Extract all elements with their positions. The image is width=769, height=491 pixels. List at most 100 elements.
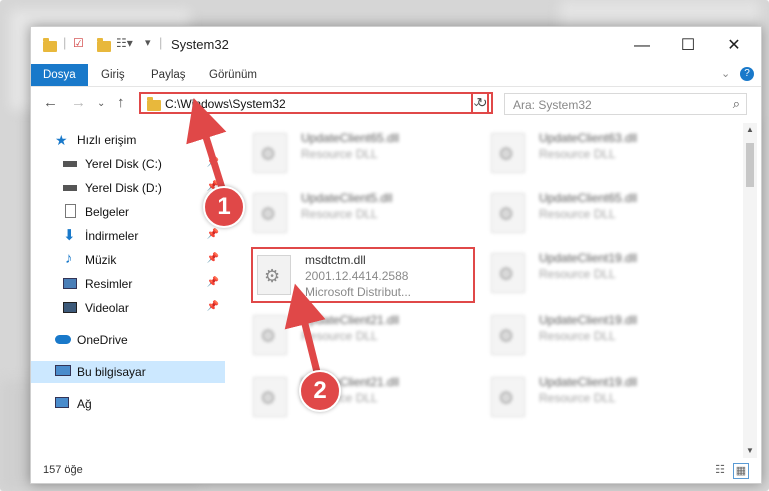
- sidebar-item-label: Belgeler: [85, 205, 130, 219]
- dll-file-icon: ⚙: [491, 193, 525, 233]
- minimize-button[interactable]: —: [619, 27, 665, 64]
- sidebar-item-videos[interactable]: Videolar 📌: [31, 297, 225, 319]
- sidebar-item-network[interactable]: Ağ: [31, 393, 225, 415]
- pin-icon: 📌: [206, 157, 219, 168]
- sidebar-item-label: Ağ: [77, 397, 92, 411]
- view-menu-icon[interactable]: ☷▾: [116, 36, 133, 50]
- videos-icon: [63, 302, 77, 313]
- sidebar-item-drive-c[interactable]: Yerel Disk (C:) 📌: [31, 153, 225, 175]
- file-name: UpdateClient5.dll: [301, 191, 393, 205]
- file-description: Resource DLL: [301, 329, 378, 343]
- expand-ribbon-icon[interactable]: ⌄: [721, 67, 730, 80]
- file-version: 2001.12.4414.2588: [305, 269, 409, 283]
- sidebar-item-quick-access[interactable]: ★ Hızlı erişim: [31, 129, 225, 151]
- file-description: Resource DLL: [539, 207, 616, 221]
- details-view-icon[interactable]: ☷: [713, 463, 727, 477]
- sidebar-item-label: Resimler: [85, 277, 133, 291]
- dll-file-icon: ⚙: [253, 193, 287, 233]
- file-item[interactable]: ⚙ UpdateClient19.dll Resource DLL: [491, 373, 711, 421]
- properties-icon[interactable]: ☑: [73, 36, 84, 50]
- file-item[interactable]: ⚙ UpdateClient21.dll Resource DLL: [253, 373, 473, 421]
- dll-file-icon: ⚙: [491, 377, 525, 417]
- vertical-scrollbar[interactable]: ▲ ▼: [743, 123, 757, 458]
- maximize-button[interactable]: ☐: [665, 27, 711, 64]
- help-icon[interactable]: ?: [740, 67, 754, 81]
- file-name: UpdateClient21.dll: [301, 313, 400, 327]
- up-arrow-icon[interactable]: ↑: [117, 94, 125, 111]
- file-name: UpdateClient19.dll: [539, 375, 638, 389]
- file-item[interactable]: ⚙ UpdateClient19.dll Resource DLL: [491, 249, 711, 297]
- file-name: msdtctm.dll: [305, 253, 366, 267]
- tab-share[interactable]: Paylaş: [143, 64, 194, 86]
- close-button[interactable]: ✕: [711, 27, 757, 64]
- title-bar: | ☑ ☷▾ ▾ | System32 — ☐ ✕: [31, 27, 761, 64]
- refresh-icon: ↻: [476, 95, 488, 110]
- file-description: Resource DLL: [301, 207, 378, 221]
- file-item[interactable]: ⚙ UpdateClient5.dll Resource DLL: [253, 189, 473, 237]
- sidebar-item-label: Bu bilgisayar: [77, 365, 146, 379]
- sidebar-item-label: OneDrive: [77, 333, 128, 347]
- sidebar-item-drive-d[interactable]: Yerel Disk (D:) 📌: [31, 177, 225, 199]
- sidebar-item-pictures[interactable]: Resimler 📌: [31, 273, 225, 295]
- file-description: Resource DLL: [539, 267, 616, 281]
- sidebar-item-label: Yerel Disk (D:): [85, 181, 162, 195]
- sidebar-item-label: Müzik: [85, 253, 117, 267]
- drive-icon: [63, 185, 77, 191]
- item-count: 157 öğe: [43, 464, 83, 476]
- drive-icon: [63, 161, 77, 167]
- documents-icon: [65, 204, 76, 218]
- scroll-up-icon[interactable]: ▲: [743, 123, 757, 137]
- sidebar-item-downloads[interactable]: ⬇ İndirmeler 📌: [31, 225, 225, 247]
- sidebar-item-documents[interactable]: Belgeler 📌: [31, 201, 225, 223]
- recent-locations-icon[interactable]: ⌄: [97, 98, 105, 109]
- sidebar-item-onedrive[interactable]: OneDrive: [31, 329, 225, 351]
- file-item[interactable]: ⚙ UpdateClient65.dll Resource DLL: [491, 189, 711, 237]
- tab-view[interactable]: Görünüm: [201, 64, 265, 86]
- file-name: UpdateClient63.dll: [539, 131, 638, 145]
- dll-file-icon: ⚙: [253, 133, 287, 173]
- file-item[interactable]: ⚙ UpdateClient63.dll Resource DLL: [491, 129, 711, 177]
- refresh-button[interactable]: ↻: [471, 92, 493, 114]
- new-folder-icon[interactable]: [97, 38, 111, 52]
- customize-toolbar-icon[interactable]: ▾: [145, 36, 151, 49]
- address-bar[interactable]: C:\Windows\System32 ⌄: [139, 92, 489, 114]
- sidebar-item-label: Yerel Disk (C:): [85, 157, 162, 171]
- pictures-icon: [63, 278, 77, 289]
- navigation-pane: ★ Hızlı erişim Yerel Disk (C:) 📌 Yerel D…: [31, 123, 225, 458]
- scroll-down-icon[interactable]: ▼: [743, 444, 757, 458]
- tiles-view-icon[interactable]: ▦: [733, 463, 749, 479]
- search-icon: ⌕: [732, 96, 740, 111]
- tab-file[interactable]: Dosya: [31, 64, 88, 86]
- ribbon-tabs: Dosya Giriş Paylaş Görünüm ⌄ ?: [31, 64, 761, 87]
- sidebar-item-this-pc[interactable]: Bu bilgisayar: [31, 361, 225, 383]
- sidebar-item-music[interactable]: ♪ Müzik 📌: [31, 249, 225, 271]
- folder-icon: [43, 38, 57, 52]
- file-explorer-window: | ☑ ☷▾ ▾ | System32 — ☐ ✕ Dosya Giriş Pa…: [30, 26, 762, 484]
- dll-file-icon: ⚙: [491, 315, 525, 355]
- file-description: Microsoft Distribut...: [305, 285, 412, 299]
- dll-file-icon: ⚙: [253, 315, 287, 355]
- file-item-msdtctm[interactable]: ⚙ msdtctm.dll 2001.12.4414.2588 Microsof…: [251, 247, 475, 303]
- forward-arrow-icon[interactable]: →: [71, 94, 86, 111]
- file-description: Resource DLL: [539, 329, 616, 343]
- window-title: System32: [171, 37, 229, 52]
- search-box[interactable]: Ara: System32 ⌕: [504, 93, 747, 115]
- file-item[interactable]: ⚙ UpdateClient21.dll Resource DLL: [253, 311, 473, 359]
- dll-file-icon: ⚙: [491, 133, 525, 173]
- highlighted-file: ⚙ msdtctm.dll 2001.12.4414.2588 Microsof…: [257, 251, 477, 299]
- pin-icon: 📌: [206, 301, 219, 312]
- file-description: Resource DLL: [539, 147, 616, 161]
- pin-icon: 📌: [206, 253, 219, 264]
- back-arrow-icon[interactable]: ←: [43, 94, 58, 111]
- sidebar-item-label: Videolar: [85, 301, 129, 315]
- separator: |: [63, 35, 67, 50]
- tab-home[interactable]: Giriş: [93, 64, 133, 86]
- separator: |: [159, 35, 163, 50]
- dll-file-icon: ⚙: [257, 255, 291, 295]
- file-item[interactable]: ⚙ UpdateClient19.dll Resource DLL: [491, 311, 711, 359]
- file-item[interactable]: ⚙ UpdateClient65.dll Resource DLL: [253, 129, 473, 177]
- scroll-thumb[interactable]: [746, 143, 754, 187]
- dll-file-icon: ⚙: [491, 253, 525, 293]
- file-name: UpdateClient19.dll: [539, 251, 638, 265]
- file-name: UpdateClient65.dll: [539, 191, 638, 205]
